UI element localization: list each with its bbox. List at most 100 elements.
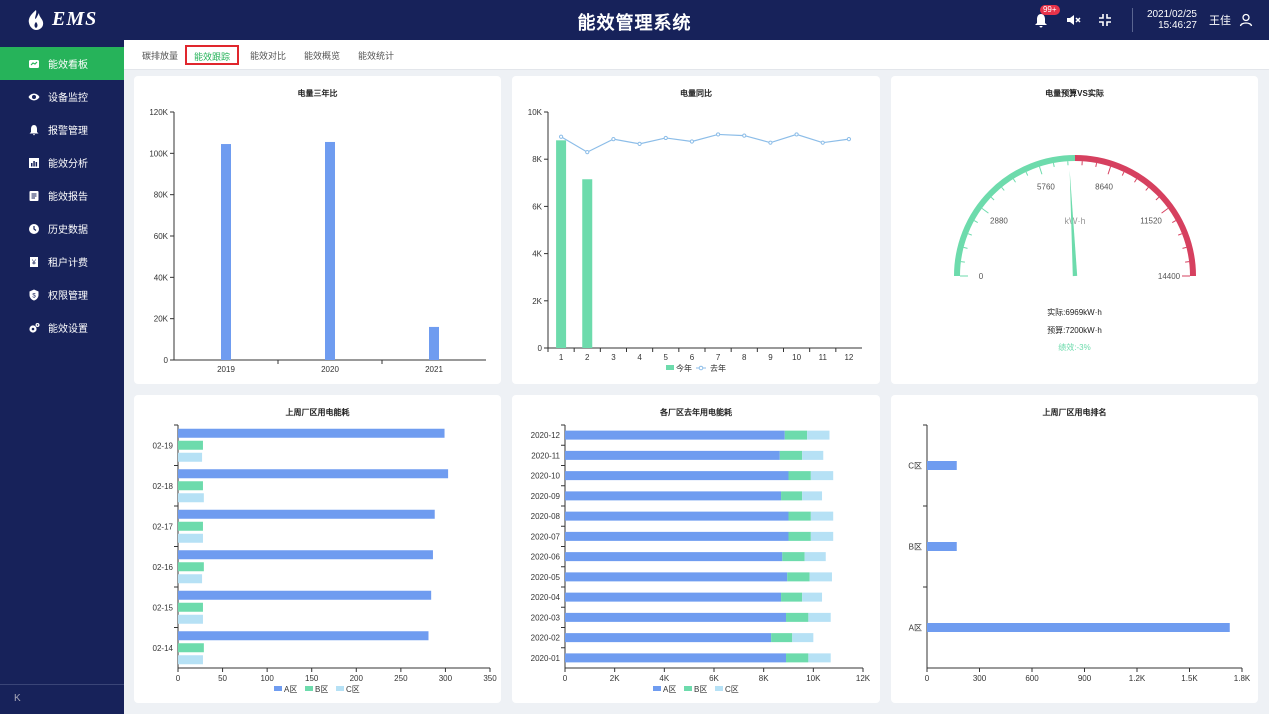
gauge-arc-budget <box>954 155 1076 277</box>
y-tick-label: 80K <box>154 191 169 200</box>
tab-carbon[interactable]: 碳排放量 <box>134 45 186 65</box>
line-last-year <box>560 133 849 153</box>
sidebar-item-settings[interactable]: 能效设置 <box>0 311 124 344</box>
yoy-chart: 02K4K6K8K10K1 2 3 4 5 6 7 8 9 10 11 12今年 去年 <box>528 108 862 373</box>
x-tick-label: 11 <box>819 353 828 362</box>
y-tick-label: 2020-01 <box>531 654 561 663</box>
sidebar-item-permissions[interactable]: $ 权限管理 <box>0 278 124 311</box>
gauge-minor-tick <box>1012 178 1016 183</box>
sidebar-item-label: 设备监控 <box>48 93 88 104</box>
sidebar-item-alarms[interactable]: 报警管理 <box>0 113 124 146</box>
y-tick-label: 02-18 <box>153 482 174 491</box>
x-tick-label: 0 <box>925 674 930 683</box>
y-tick-label: 2020-12 <box>531 431 561 440</box>
sidebar-item-billing[interactable]: ¥ 租户计费 <box>0 245 124 278</box>
tab-tracking[interactable]: 能效跟踪 <box>185 45 240 65</box>
tab-statistics[interactable]: 能效统计 <box>350 45 402 65</box>
notification-button[interactable]: 99+ <box>1032 5 1060 29</box>
bar-1 <box>771 633 793 643</box>
legend-swatch <box>666 365 674 370</box>
bar-2 <box>802 491 823 501</box>
x-tick-label: 2020 <box>321 365 339 374</box>
bar-1 <box>788 471 811 481</box>
clock: 2021/02/25 15:46:27 <box>1147 9 1197 31</box>
bar-1 <box>782 552 805 562</box>
date: 2021/02/25 <box>1146 9 1197 20</box>
x-tick-label: 1.2K <box>1129 674 1146 683</box>
legend-label: A区 <box>663 685 676 694</box>
bar-2 <box>808 653 831 663</box>
y-tick-label: 02-16 <box>153 563 174 572</box>
sidebar-item-report[interactable]: 能效报告 <box>0 179 124 212</box>
bar-0 <box>565 612 787 622</box>
bar-1 <box>781 592 803 602</box>
sidebar-item-label: 权限管理 <box>48 291 88 302</box>
shield-icon: $ <box>29 289 39 300</box>
legend-label: B区 <box>315 685 328 694</box>
panel-gauge: 电量预算VS实际 0 2880 5760 8640 11520 14400 kW·h 实际:… <box>891 76 1258 384</box>
bar <box>927 461 957 470</box>
gauge-major-tick <box>981 208 989 214</box>
bar-2 <box>178 655 203 665</box>
bar-0 <box>565 592 782 602</box>
tab-overview[interactable]: 能效概览 <box>296 45 348 65</box>
y-tick-label: 4K <box>532 250 542 259</box>
bar-this-year <box>556 140 567 348</box>
x-tick-label: 350 <box>483 674 497 683</box>
point-last-year <box>611 137 616 142</box>
sidebar-item-label: 能效分析 <box>48 159 88 170</box>
legend-swatch <box>684 686 692 691</box>
collapse-sidebar-button[interactable]: K <box>0 684 124 714</box>
tab-compare[interactable]: 能效对比 <box>242 45 294 65</box>
x-tick-label: 300 <box>973 674 987 683</box>
panel-yoy: 电量同比 0 2K 4K 6K 8K 10K 1 2 3 4 5 6 7 8 9 10 11 12 今年 去年 <box>512 76 880 384</box>
bar-1 <box>786 612 809 622</box>
ranking-chart: 0 300 600 900 1.2K 1.5K 1.8K A区 B区 C区 <box>908 424 1251 683</box>
dashboard-icon <box>29 59 39 68</box>
gauge-tick-label: 8640 <box>1095 183 1113 192</box>
gauge-minor-tick <box>1001 187 1005 191</box>
bar-0 <box>178 550 433 560</box>
compress-icon <box>1098 14 1111 26</box>
x-tick-label: 8 <box>742 353 747 362</box>
sidebar-item-monitor[interactable]: 设备监控 <box>0 80 124 113</box>
top-bar: EMS 能效管理系统 99+ 2021/02/25 15:46:27 王佳 <box>0 0 1269 40</box>
sidebar-item-dashboard[interactable]: 能效看板 <box>0 47 124 80</box>
legend-label: A区 <box>284 685 297 694</box>
mute-button[interactable] <box>1064 11 1082 29</box>
y-tick-label: B区 <box>909 543 922 552</box>
point-last-year <box>637 141 642 146</box>
user-icon[interactable] <box>1239 13 1253 27</box>
report-icon <box>29 190 39 201</box>
bar-2 <box>178 614 203 624</box>
sidebar-item-label: 能效设置 <box>48 324 88 335</box>
x-tick-label: 1.8K <box>1234 674 1251 683</box>
exit-fullscreen-button[interactable] <box>1096 11 1114 29</box>
sidebar-item-analysis[interactable]: 能效分析 <box>0 146 124 179</box>
gauge-minor-tick <box>1095 162 1098 168</box>
gauge-chart: 0 2880 5760 8640 11520 14400 kW·h <box>954 155 1196 281</box>
x-tick-label: 12K <box>856 674 871 683</box>
x-tick-label: 4K <box>659 674 669 683</box>
y-tick-label: 2020-05 <box>531 573 561 582</box>
sidebar-item-history[interactable]: 历史数据 <box>0 212 124 245</box>
x-tick-label: 600 <box>1025 674 1039 683</box>
gear-icon <box>29 322 40 333</box>
sidebar-item-label: 能效看板 <box>48 60 88 71</box>
bar-1 <box>178 643 204 653</box>
x-tick-label: 200 <box>350 674 364 683</box>
x-tick-label: 250 <box>394 674 408 683</box>
x-tick-label: 6 <box>690 353 695 362</box>
gauge-performance: 绩效:-3% <box>1058 343 1091 352</box>
x-tick-label: 3 <box>611 353 616 362</box>
x-tick-label: 4 <box>637 353 642 362</box>
point-last-year <box>742 133 747 138</box>
bar-0 <box>565 572 788 582</box>
sub-tabs: 碳排放量 能效跟踪 能效对比 能效概览 能效统计 <box>124 40 1269 70</box>
user-name[interactable]: 王佳 <box>1209 12 1231 28</box>
y-tick-label: 0 <box>164 356 169 365</box>
bar-1 <box>178 602 203 612</box>
x-tick-label: 12 <box>844 353 853 362</box>
gauge-minor-tick <box>967 233 972 236</box>
gauge-minor-tick <box>973 220 978 223</box>
